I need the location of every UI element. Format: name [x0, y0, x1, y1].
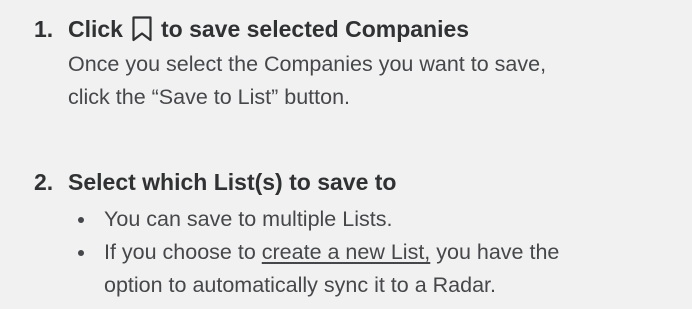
create-new-list-link[interactable]: create a new List, [262, 240, 431, 264]
step-1: 1. Click to save selected Companies Once… [34, 14, 546, 114]
step-2: 2. Select which List(s) to save to You c… [34, 167, 559, 302]
bookmark-icon [131, 16, 153, 42]
bullet-dot [78, 250, 84, 256]
step-1-title-start: Click [68, 16, 123, 42]
bullet-text: You can save to multiple Lists. [104, 207, 393, 231]
bullet-text-start: If you choose to [104, 240, 262, 264]
list-item: You can save to multiple Lists. [76, 203, 559, 236]
step-2-number: 2. [34, 169, 54, 195]
step-1-number: 1. [34, 16, 54, 42]
bullet-dot [78, 217, 84, 223]
step-1-description: Once you select the Companies you want t… [68, 48, 546, 114]
step-2-bullet-list: You can save to multiple Lists. If you c… [76, 203, 559, 302]
list-item: If you choose to create a new List, you … [76, 236, 559, 302]
bullet-text-end: you have the [430, 240, 560, 264]
bullet-text-line-2: option to automatically sync it to a Rad… [104, 273, 496, 297]
step-2-heading: 2. Select which List(s) to save to [34, 167, 559, 197]
step-1-title-end: to save selected Companies [160, 16, 470, 42]
step-2-title: Select which List(s) to save to [68, 169, 397, 195]
instructions-panel: 1. Click to save selected Companies Once… [0, 0, 692, 309]
step-1-heading: 1. Click to save selected Companies [34, 14, 546, 44]
step-1-description-line-2: click the “Save to List” button. [68, 85, 351, 109]
step-1-description-line-1: Once you select the Companies you want t… [68, 52, 547, 76]
